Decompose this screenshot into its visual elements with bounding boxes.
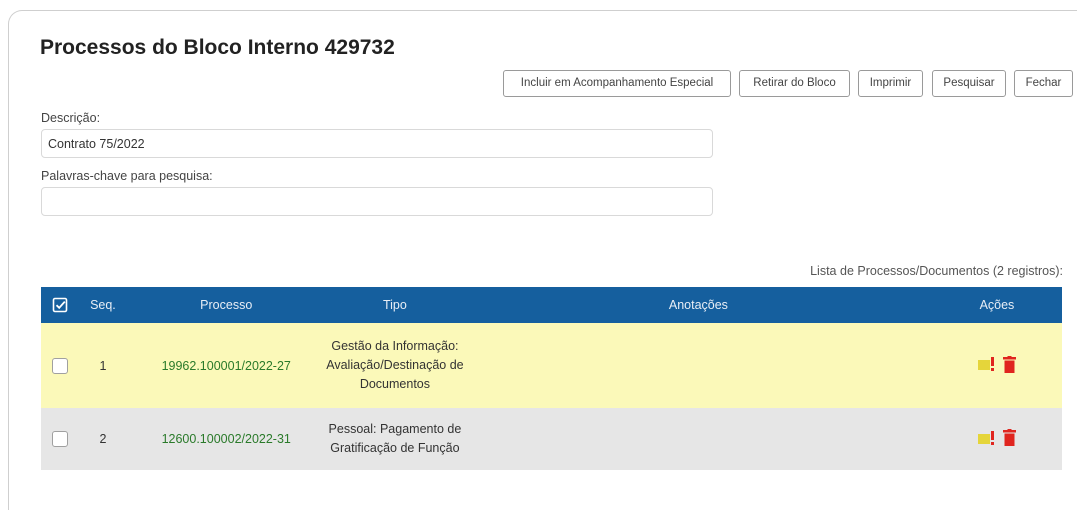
page-title: Processos do Bloco Interno 429732 — [40, 36, 395, 59]
tipo-cell: Gestão da Informação: Avaliação/Destinaç… — [326, 339, 464, 391]
seq-cell: 2 — [78, 408, 128, 470]
trash-icon[interactable] — [1003, 355, 1017, 373]
descricao-label: Descrição: — [41, 111, 101, 125]
tipo-header: Tipo — [324, 287, 465, 323]
select-all-header[interactable] — [41, 287, 79, 323]
note-alert-icon[interactable] — [977, 430, 995, 446]
table-row: 1 19962.100001/2022-27 Gestão da Informa… — [41, 323, 1062, 408]
process-table: Seq. Processo Tipo Anotações Ações 1 199… — [41, 287, 1062, 470]
seq-cell: 1 — [78, 323, 128, 408]
check-square-icon[interactable] — [52, 297, 68, 313]
tipo-cell: Pessoal: Pagamento de Gratificação de Fu… — [328, 422, 462, 455]
processo-header: Processo — [127, 287, 325, 323]
print-button[interactable]: Imprimir — [858, 70, 923, 97]
anotacoes-cell — [464, 323, 932, 408]
row-checkbox[interactable] — [51, 357, 68, 374]
palavras-chave-field[interactable] — [41, 187, 713, 216]
trash-icon[interactable] — [1003, 429, 1017, 447]
table-row: 2 12600.100002/2022-31 Pessoal: Pagament… — [41, 408, 1062, 470]
process-link[interactable]: 12600.100002/2022-31 — [162, 432, 291, 446]
row-checkbox[interactable] — [51, 431, 68, 447]
anotacoes-cell — [464, 408, 932, 470]
seq-header: Seq. — [78, 287, 128, 323]
acoes-header: Ações — [931, 287, 1062, 323]
palavras-chave-label: Palavras-chave para pesquisa: — [41, 169, 213, 183]
process-link[interactable]: 19962.100001/2022-27 — [162, 359, 291, 373]
actions-cell — [931, 408, 1062, 470]
list-caption: Lista de Processos/Documentos (2 registr… — [810, 264, 1063, 278]
descricao-field[interactable] — [41, 129, 713, 158]
note-alert-icon[interactable] — [977, 356, 995, 372]
actions-cell — [931, 323, 1062, 408]
row-select-cell — [41, 408, 79, 470]
close-button[interactable]: Fechar — [1014, 70, 1073, 97]
anotacoes-header: Anotações — [464, 287, 932, 323]
remove-from-block-button[interactable]: Retirar do Bloco — [739, 70, 850, 97]
search-button[interactable]: Pesquisar — [932, 70, 1006, 97]
row-select-cell — [41, 323, 79, 408]
table-header-row: Seq. Processo Tipo Anotações Ações — [41, 287, 1062, 323]
include-special-tracking-button[interactable]: Incluir em Acompanhamento Especial — [503, 70, 731, 97]
